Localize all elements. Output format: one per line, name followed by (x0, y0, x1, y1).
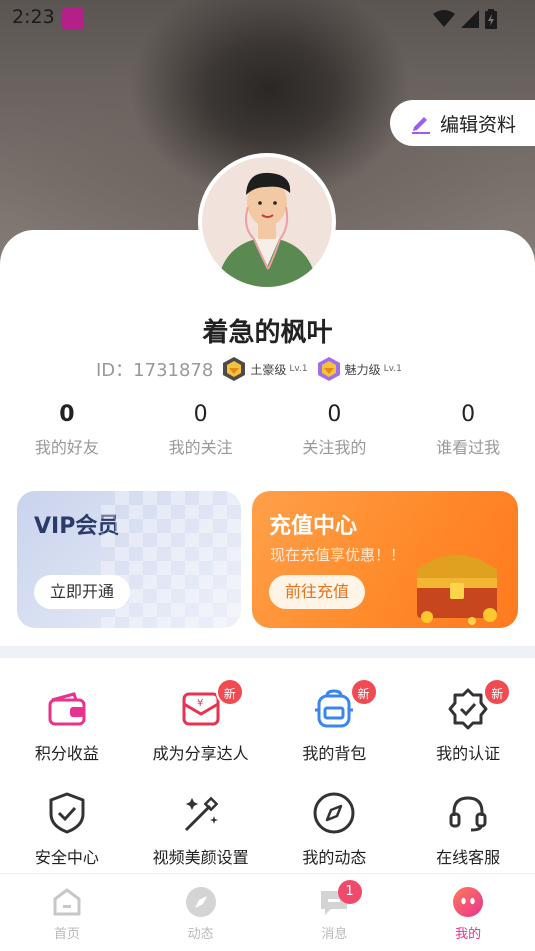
tab-messages[interactable]: 1 消息 (268, 874, 402, 951)
status-bar: 2:23 (0, 0, 535, 36)
stat-label: 谁看过我 (436, 438, 501, 457)
id-row: ID：1731878 土豪级 Lv.1 魅力级 Lv.1 (96, 354, 402, 384)
menu-label: 在线客服 (436, 848, 501, 867)
menu-become-sharer[interactable]: ¥ 新 成为分享达人 (134, 678, 268, 782)
tab-label: 首页 (53, 927, 80, 942)
stat-value: 0 (327, 402, 342, 427)
magic-wand-icon (184, 796, 219, 832)
status-time: 2:23 (12, 6, 55, 28)
vip-open-button[interactable]: 立即开通 (34, 575, 131, 609)
stat-label: 我的关注 (168, 438, 233, 457)
stat-following[interactable]: 0 我的关注 (134, 400, 268, 458)
bottom-tab-bar: 首页 动态 1 消息 我的 (0, 873, 535, 951)
tab-label: 动态 (187, 927, 214, 942)
compass-icon (313, 792, 355, 834)
menu-beauty-settings[interactable]: 视频美颜设置 (134, 782, 268, 886)
pencil-icon (412, 117, 430, 134)
menu-label: 我的背包 (302, 744, 367, 763)
stats-row: 0 我的好友 0 我的关注 0 关注我的 0 谁看过我 (0, 400, 535, 458)
tab-label: 消息 (321, 927, 348, 942)
menu-my-posts[interactable]: 我的动态 (268, 782, 402, 886)
edit-profile-label: 编辑资料 (440, 113, 517, 136)
menu-label: 视频美颜设置 (152, 848, 249, 867)
svg-text:¥: ¥ (197, 698, 203, 709)
recharge-title: 充值中心 (269, 514, 358, 539)
shield-icon (49, 792, 85, 834)
new-badge: 新 (483, 678, 512, 706)
recharge-button[interactable]: 前往充值 (269, 575, 366, 609)
stat-followers[interactable]: 0 关注我的 (268, 400, 402, 458)
tab-mine[interactable]: 我的 (401, 874, 535, 951)
stat-visitors[interactable]: 0 谁看过我 (401, 400, 535, 458)
app-notification-icon (62, 8, 84, 30)
compass-icon (185, 887, 216, 917)
stat-label: 我的好友 (34, 438, 99, 457)
vip-title: VIP会员 (34, 514, 120, 539)
wealth-level-icon (223, 357, 246, 381)
signal-icon (461, 10, 479, 28)
charm-level-lv: Lv.1 (383, 364, 402, 374)
wealth-level-badge: 土豪级 Lv.1 (221, 356, 308, 382)
headset-icon (449, 796, 487, 832)
avatar-illustration (217, 172, 317, 287)
battery-icon (485, 9, 497, 29)
recharge-subtitle: 现在充值享优惠！！ (270, 546, 406, 564)
tab-label: 我的 (455, 927, 482, 942)
profile-face-icon (453, 887, 484, 917)
unread-count-badge: 1 (337, 880, 362, 904)
charm-level-icon (317, 357, 340, 381)
tab-feed[interactable]: 动态 (134, 874, 268, 951)
user-id: ID：1731878 (96, 360, 214, 381)
new-badge: 新 (215, 678, 244, 706)
menu-my-backpack[interactable]: 新 我的背包 (268, 678, 402, 782)
menu-label: 安全中心 (34, 848, 99, 867)
menu-label: 积分收益 (34, 744, 99, 763)
charm-level-name: 魅力级 (344, 362, 381, 377)
profile-name: 着急的枫叶 (202, 318, 333, 348)
menu-label: 成为分享达人 (152, 744, 249, 763)
avatar[interactable] (198, 153, 336, 291)
feature-grid: 积分收益 ¥ 新 成为分享达人 新 我的背包 新 我的认证 安全中心 视频美颜设… (0, 678, 535, 886)
home-icon (53, 888, 81, 916)
treasure-chest-icon (417, 555, 497, 625)
stat-value: 0 (193, 402, 208, 427)
menu-security-center[interactable]: 安全中心 (0, 782, 134, 886)
menu-points-earnings[interactable]: 积分收益 (0, 678, 134, 782)
edit-profile-button[interactable]: 编辑资料 (390, 100, 535, 146)
menu-online-support[interactable]: 在线客服 (401, 782, 535, 886)
charm-level-badge: 魅力级 Lv.1 (316, 356, 402, 382)
wealth-level-name: 土豪级 (250, 362, 287, 377)
stat-value: 0 (461, 402, 476, 427)
menu-label: 我的认证 (436, 744, 501, 763)
wealth-level-lv: Lv.1 (289, 364, 308, 374)
menu-my-verification[interactable]: 新 我的认证 (401, 678, 535, 782)
wallet-icon (48, 692, 86, 726)
tab-home[interactable]: 首页 (0, 874, 134, 951)
wifi-icon (433, 10, 455, 27)
stat-value: 0 (59, 402, 75, 427)
stat-friends[interactable]: 0 我的好友 (0, 400, 134, 458)
new-badge: 新 (349, 678, 378, 706)
status-icons (433, 9, 497, 29)
stat-label: 关注我的 (302, 438, 367, 457)
menu-label: 我的动态 (302, 848, 367, 867)
section-divider (0, 646, 535, 658)
vip-card[interactable]: VIP会员 立即开通 (17, 491, 241, 628)
recharge-card[interactable]: 充值中心 现在充值享优惠！！ 前往充值 (252, 491, 518, 628)
